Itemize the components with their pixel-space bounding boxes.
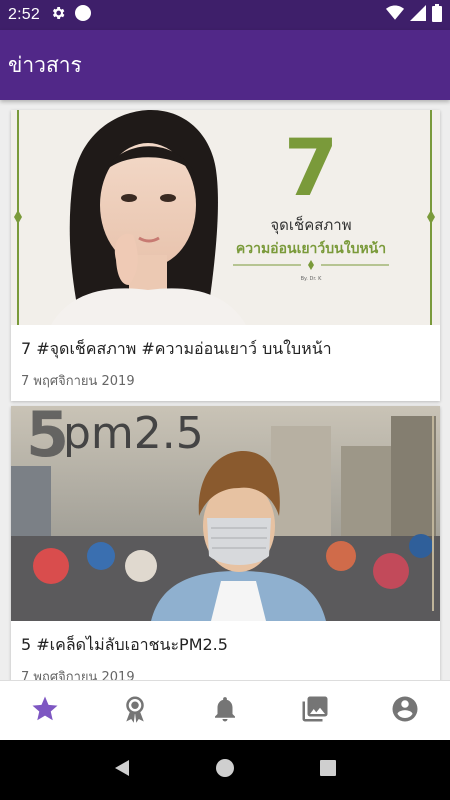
gear-icon [50,5,66,25]
card-image-line2: ความอ่อนเยาว์บนใบหน้า [236,239,386,257]
card-image-text: pm2.5 [63,408,204,459]
circle-icon [74,4,92,26]
news-card-title: 7 #จุดเช็คสภาพ #ความอ่อนเยาว์ บนใบหน้า [21,339,332,358]
news-card-image: 5 pm2.5 [11,406,440,621]
home-button[interactable] [205,750,245,790]
account-icon [390,694,420,728]
battery-icon [432,4,442,26]
nav-item-favorites[interactable] [15,681,75,741]
gallery-icon [300,694,330,728]
star-icon [30,694,60,728]
status-bar: 2:52 [0,0,450,30]
card-image-byline: By. Dr. K [301,276,322,282]
nav-item-notifications[interactable] [195,681,255,741]
nav-item-account[interactable] [375,681,435,741]
news-list[interactable]: 7 จุดเช็คสภาพ ความอ่อนเยาว์บนใบหน้า By. … [0,100,450,680]
card-image-line1: จุดเช็คสภาพ [270,215,351,235]
award-icon [120,694,150,728]
news-card-date: 7 พฤศจิกายน 2019 [21,670,135,680]
recents-icon [318,758,338,782]
wifi-icon [386,5,404,25]
nav-item-rewards[interactable] [105,681,165,741]
back-button[interactable] [102,750,142,790]
page-title: ข่าวสาร [8,52,82,77]
app-bar: ข่าวสาร [0,30,450,100]
news-card[interactable]: 7 จุดเช็คสภาพ ความอ่อนเยาว์บนใบหน้า By. … [11,110,440,401]
signal-icon [410,5,426,25]
news-card[interactable]: 5 pm2.5 5 #เคล็ดไม่ลับเอาชนะPM2.5 7 พฤศจ… [11,406,440,680]
recents-button[interactable] [308,750,348,790]
system-navigation-bar [0,740,450,800]
news-card-date: 7 พฤศจิกายน 2019 [21,374,135,389]
nav-item-gallery[interactable] [285,681,345,741]
home-icon [215,758,235,782]
news-card-title: 5 #เคล็ดไม่ลับเอาชนะPM2.5 [21,635,228,654]
status-time: 2:52 [8,6,40,23]
card-image-number: 7 [284,124,338,214]
bell-icon [210,694,240,728]
news-card-image: 7 จุดเช็คสภาพ ความอ่อนเยาว์บนใบหน้า By. … [11,110,440,325]
bottom-navigation [0,680,450,740]
back-icon [112,758,132,782]
